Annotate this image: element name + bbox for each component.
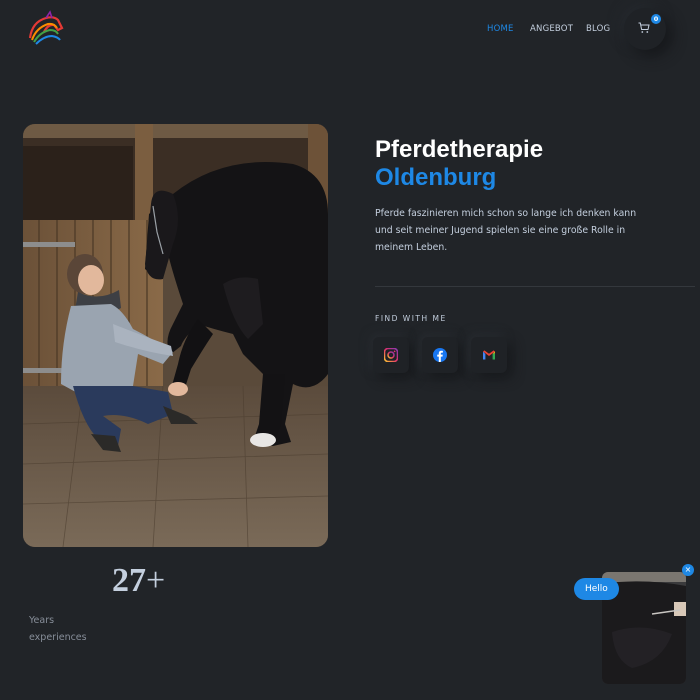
facebook-button[interactable]: [422, 337, 458, 373]
nav-angebot[interactable]: ANGEBOT: [530, 24, 573, 34]
experience-label-line1: Years: [29, 615, 55, 626]
experience-label: Years experiences: [29, 612, 109, 646]
horse-logo-icon: [28, 10, 64, 45]
cart-count-badge: 0: [651, 14, 661, 24]
hello-bubble[interactable]: Hello: [574, 578, 619, 600]
gmail-icon: [483, 350, 495, 360]
close-video-icon[interactable]: ×: [682, 564, 694, 576]
experience-years-number: 27+: [112, 562, 165, 600]
cart-icon: [638, 22, 650, 33]
hero-title: Pferdetherapie: [375, 136, 544, 163]
hero-photo: [23, 124, 328, 547]
hero-subtitle-location: Oldenburg: [375, 164, 497, 191]
gmail-button[interactable]: [471, 337, 507, 373]
stat-number: 27: [112, 562, 146, 599]
nav-home[interactable]: HOME: [487, 24, 514, 34]
nav-blog[interactable]: BLOG: [586, 24, 610, 34]
experience-label-line2: experiences: [29, 632, 87, 643]
site-logo[interactable]: [24, 8, 68, 48]
instagram-icon: [384, 348, 398, 362]
instagram-button[interactable]: [373, 337, 409, 373]
horse-therapy-photo: [23, 124, 328, 547]
stat-plus: +: [146, 562, 166, 599]
facebook-icon: [433, 348, 447, 362]
cart-button[interactable]: 0: [624, 8, 666, 50]
divider: [375, 286, 695, 287]
hero-description: Pferde faszinieren mich schon so lange i…: [375, 208, 637, 253]
find-with-me-label: FIND WITH ME: [375, 314, 447, 323]
